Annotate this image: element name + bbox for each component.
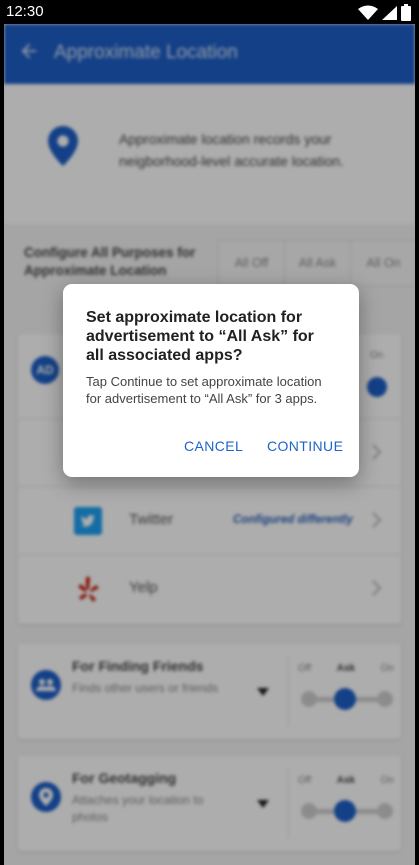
screen: Approximate Location Approximate locatio… <box>4 24 415 865</box>
status-time: 12:30 <box>6 3 44 20</box>
wifi-icon <box>358 5 378 20</box>
battery-icon <box>401 4 411 21</box>
status-icons <box>358 4 411 21</box>
dialog-body: Tap Continue to set approximate location… <box>86 374 322 406</box>
confirm-dialog: Set approximate location for advertiseme… <box>63 284 359 477</box>
continue-button[interactable]: CONTINUE <box>267 438 343 454</box>
dialog-title: Set approximate location for advertiseme… <box>86 309 314 364</box>
status-bar: 12:30 <box>0 0 419 24</box>
cancel-button[interactable]: CANCEL <box>184 438 243 454</box>
signal-icon <box>382 5 397 20</box>
